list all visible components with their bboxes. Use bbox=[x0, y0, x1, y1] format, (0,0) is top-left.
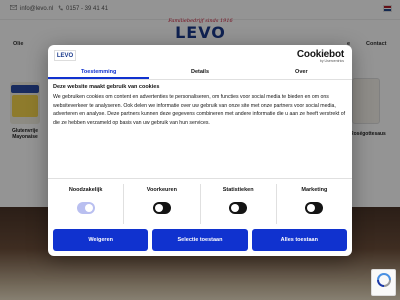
recaptcha-icon bbox=[376, 272, 392, 293]
toggle-group-noodzakelijk: Noodzakelijk bbox=[48, 184, 125, 224]
dialog-heading: Deze website maakt gebruik van cookies bbox=[53, 84, 160, 90]
toggle-group-statistieken: Statistieken bbox=[201, 184, 277, 224]
dialog-site-logo: LEVO bbox=[54, 50, 76, 61]
dialog-divider bbox=[48, 178, 352, 179]
toggle-voorkeuren[interactable] bbox=[152, 202, 171, 214]
toggle-statistieken[interactable] bbox=[229, 202, 248, 214]
toggle-label-statistieken: Statistieken bbox=[222, 187, 254, 193]
cookiebot-logo[interactable]: Cookiebot by Usercentrics bbox=[297, 49, 344, 63]
deny-button[interactable]: Weigeren bbox=[53, 229, 149, 251]
tab-over[interactable]: Over bbox=[251, 66, 352, 79]
recaptcha-badge[interactable] bbox=[371, 269, 396, 296]
dialog-tabs: Toestemming Details Over bbox=[48, 66, 352, 80]
tab-toestemming[interactable]: Toestemming bbox=[48, 66, 150, 79]
toggle-group-voorkeuren: Voorkeuren bbox=[124, 184, 201, 224]
toggle-marketing[interactable] bbox=[305, 202, 324, 214]
toggle-label-marketing: Marketing bbox=[301, 187, 328, 193]
toggle-group-marketing: Marketing bbox=[277, 184, 352, 224]
allow-selection-button[interactable]: Selectie toestaan bbox=[152, 229, 248, 251]
dialog-body-text: We gebruiken cookies om content en adver… bbox=[53, 94, 346, 126]
toggle-label-noodzakelijk: Noodzakelijk bbox=[68, 187, 103, 193]
allow-all-button[interactable]: Alles toestaan bbox=[251, 229, 347, 251]
tab-details[interactable]: Details bbox=[149, 66, 250, 79]
dialog-buttons: Weigeren Selectie toestaan Alles toestaa… bbox=[53, 229, 347, 251]
dialog-content: Deze website maakt gebruik van cookies W… bbox=[53, 84, 347, 127]
consent-toggles: Noodzakelijk Voorkeuren Statistieken Mar… bbox=[48, 184, 352, 224]
cookie-consent-dialog: LEVO Cookiebot by Usercentrics Toestemmi… bbox=[48, 45, 352, 256]
toggle-label-voorkeuren: Voorkeuren bbox=[146, 187, 177, 193]
toggle-noodzakelijk bbox=[76, 202, 95, 214]
